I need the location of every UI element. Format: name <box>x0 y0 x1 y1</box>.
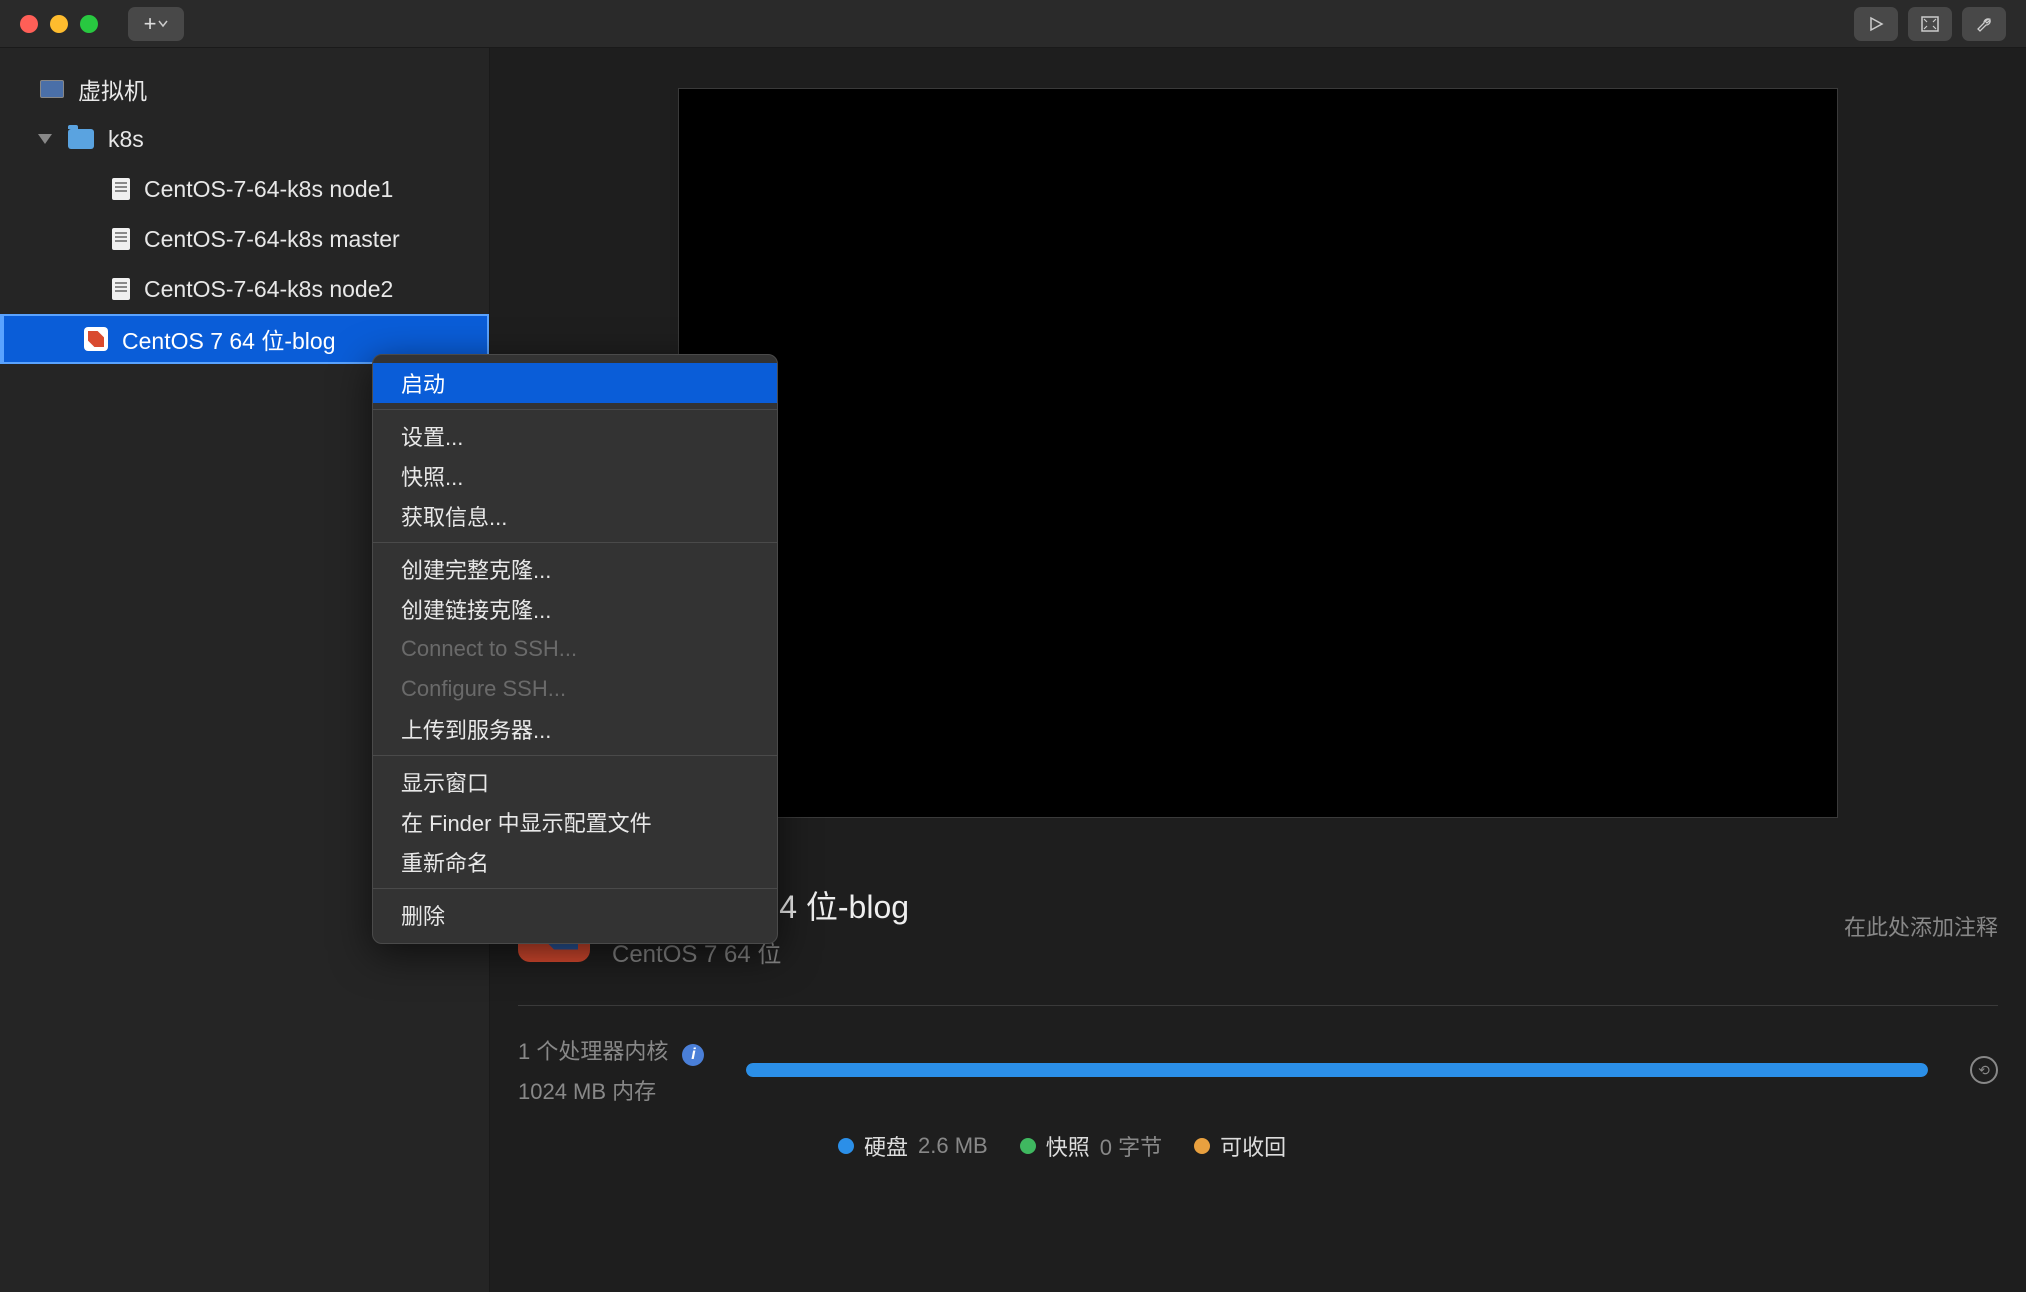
vm-preview[interactable] <box>678 88 1838 818</box>
divider <box>518 1005 1998 1006</box>
cpu-label: 1 个处理器内核 <box>518 1039 668 1064</box>
menu-show-window[interactable]: 显示窗口 <box>373 762 777 802</box>
vm-notes-field[interactable]: 在此处添加注释 <box>1844 910 1998 942</box>
refresh-button[interactable]: ⟲ <box>1970 1056 1998 1084</box>
disclosure-triangle-icon[interactable] <box>38 134 52 144</box>
main-area: 虚拟机 k8s CentOS-7-64-k8s node1 CentOS-7-6… <box>0 48 2026 1292</box>
computer-icon <box>40 80 64 98</box>
legend-reclaimable-label: 可收回 <box>1220 1130 1286 1162</box>
context-menu: 启动 设置... 快照... 获取信息... 创建完整克隆... 创建链接克隆.… <box>372 354 778 944</box>
sidebar-folder-k8s[interactable]: k8s <box>0 114 489 164</box>
menu-settings[interactable]: 设置... <box>373 416 777 456</box>
toolbar-right <box>1854 7 2006 41</box>
menu-rename[interactable]: 重新命名 <box>373 842 777 882</box>
menu-separator <box>373 888 777 889</box>
folder-icon <box>68 129 94 149</box>
disk-usage-bar <box>746 1063 1928 1077</box>
vm-titles: CentOS 7 64 位-blog CentOS 7 64 位 <box>612 882 1822 969</box>
sidebar-root-label: 虚拟机 <box>78 72 147 106</box>
menu-configure-ssh: Configure SSH... <box>373 669 777 709</box>
legend-disk-label: 硬盘 <box>864 1130 908 1162</box>
sidebar-folder-label: k8s <box>108 126 144 153</box>
menu-separator <box>373 409 777 410</box>
vm-file-icon <box>112 278 130 300</box>
info-icon[interactable]: i <box>682 1044 704 1066</box>
dot-blue-icon <box>838 1138 854 1154</box>
vm-specs-row: 1 个处理器内核 i 1024 MB 内存 ⟲ <box>518 1034 1998 1106</box>
play-icon <box>1868 16 1884 32</box>
vm-selected-icon <box>84 327 108 351</box>
sidebar-vm-label: CentOS-7-64-k8s master <box>144 226 400 253</box>
sidebar-vm-node1[interactable]: CentOS-7-64-k8s node1 <box>0 164 489 214</box>
vm-title: CentOS 7 64 位-blog <box>612 882 1822 928</box>
chevron-down-icon <box>158 20 168 28</box>
sidebar-vm-label: CentOS 7 64 位-blog <box>122 322 336 356</box>
window-controls <box>20 15 98 33</box>
sidebar-root-vms[interactable]: 虚拟机 <box>0 64 489 114</box>
menu-delete[interactable]: 删除 <box>373 895 777 935</box>
vm-file-icon <box>112 228 130 250</box>
dot-orange-icon <box>1194 1138 1210 1154</box>
sidebar-vm-label: CentOS-7-64-k8s node2 <box>144 276 393 303</box>
menu-snapshot[interactable]: 快照... <box>373 456 777 496</box>
menu-upload[interactable]: 上传到服务器... <box>373 709 777 749</box>
legend-disk: 硬盘 2.6 MB <box>838 1130 988 1162</box>
menu-connect-ssh: Connect to SSH... <box>373 629 777 669</box>
sidebar-vm-label: CentOS-7-64-k8s node1 <box>144 176 393 203</box>
legend-snapshot-value: 0 字节 <box>1100 1130 1162 1162</box>
menu-get-info[interactable]: 获取信息... <box>373 496 777 536</box>
fullscreen-button[interactable] <box>1908 7 1952 41</box>
sidebar: 虚拟机 k8s CentOS-7-64-k8s node1 CentOS-7-6… <box>0 48 490 1292</box>
sidebar-vm-master[interactable]: CentOS-7-64-k8s master <box>0 214 489 264</box>
titlebar: + <box>0 0 2026 48</box>
settings-button[interactable] <box>1962 7 2006 41</box>
legend-disk-value: 2.6 MB <box>918 1133 988 1159</box>
menu-full-clone[interactable]: 创建完整克隆... <box>373 549 777 589</box>
plus-icon: + <box>144 11 157 37</box>
vm-specs-text: 1 个处理器内核 i 1024 MB 内存 <box>518 1034 704 1106</box>
legend-snapshot: 快照 0 字节 <box>1020 1130 1162 1162</box>
memory-label: 1024 MB 内存 <box>518 1074 704 1106</box>
dot-green-icon <box>1020 1138 1036 1154</box>
menu-start[interactable]: 启动 <box>373 363 777 403</box>
legend-reclaimable: 可收回 <box>1194 1130 1286 1162</box>
maximize-window-button[interactable] <box>80 15 98 33</box>
disk-legend: 硬盘 2.6 MB 快照 0 字节 可收回 <box>838 1130 1998 1162</box>
add-vm-button[interactable]: + <box>128 7 184 41</box>
expand-icon <box>1921 16 1939 32</box>
vm-subtitle: CentOS 7 64 位 <box>612 934 1822 969</box>
wrench-icon <box>1975 15 1993 33</box>
menu-separator <box>373 755 777 756</box>
legend-snapshot-label: 快照 <box>1046 1130 1090 1162</box>
menu-linked-clone[interactable]: 创建链接克隆... <box>373 589 777 629</box>
play-button[interactable] <box>1854 7 1898 41</box>
minimize-window-button[interactable] <box>50 15 68 33</box>
vm-file-icon <box>112 178 130 200</box>
menu-separator <box>373 542 777 543</box>
close-window-button[interactable] <box>20 15 38 33</box>
menu-reveal-finder[interactable]: 在 Finder 中显示配置文件 <box>373 802 777 842</box>
sidebar-vm-node2[interactable]: CentOS-7-64-k8s node2 <box>0 264 489 314</box>
disk-usage-fill <box>746 1063 1928 1077</box>
